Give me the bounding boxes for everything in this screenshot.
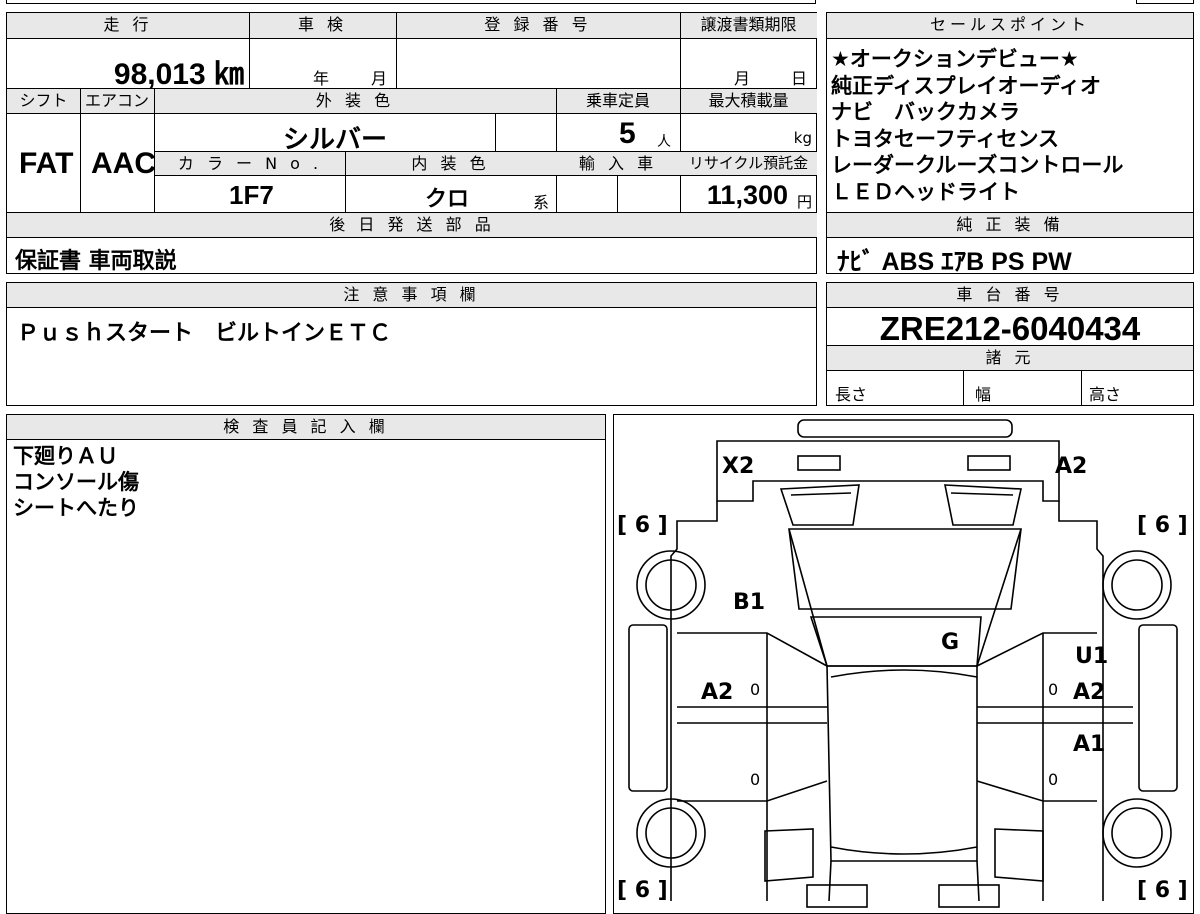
specs-header: 諸 元 [827,346,1193,370]
width-label: 幅 [975,385,992,404]
shift-value: FAT [19,147,74,180]
capacity-header: 乗車定員 [556,89,680,113]
chassis-value: ZRE212-6040434 [879,310,1141,347]
mark-left-front-door: A2 [701,680,733,705]
ac-header: エアコン [80,89,154,113]
door-zero: 0 [750,680,760,699]
transfer-deadline-header: 譲渡書類期限 [680,13,817,38]
chassis-panel: 車 台 番 号 ZRE212-6040434 諸 元 長さ 幅 高さ [826,282,1194,406]
tire-front-right: [ 6 ] [1137,513,1188,538]
recycle-header: リサイクル預託金 [680,152,817,175]
later-parts-header: 後 日 発 送 部 品 [7,213,817,237]
mileage-value: 98,013 ㎞ [113,58,244,91]
height-label: 高さ [1089,385,1122,404]
mark-left-front-fender: B1 [733,590,765,615]
max-load-header: 最大積載量 [680,89,817,113]
inspector-panel: 検 査 員 記 入 欄 下廻りＡＵ コンソール傷 シートへたり [6,414,606,914]
registration-header: 登 録 番 号 [396,13,680,38]
mark-center: G [941,630,959,655]
tire-rear-left: [ 6 ] [617,878,668,903]
car-diagram: [ 6 ] [ 6 ] [ 6 ] [ 6 ] X2 A2 B1 G U1 A2… [617,419,1188,908]
recycle-unit: 円 [796,193,812,211]
sales-points-list: ★オークションデビュー★ 純正ディスプレイオーディオ ナビ バックカメラ トヨタ… [831,46,1123,205]
ac-value: AAC [91,147,156,180]
mark-right-door-1: U1 [1075,644,1108,669]
door-zero: 0 [750,770,760,789]
mark-right-rear-door: A1 [1073,732,1105,757]
length-label: 長さ [835,385,868,404]
door-zero: 0 [1048,770,1058,789]
inspector-line: コンソール傷 [13,470,139,494]
recycle-fee-value: 11,300 [706,180,788,210]
sales-point-item: 純正ディスプレイオーディオ [831,73,1102,98]
equipment-value: ﾅﾋﾞ ABS ｴｱB PS PW [837,248,1072,276]
capacity-unit: 人 [657,134,671,150]
interior-color-header: 内 装 色 [345,152,556,175]
sales-point-item: ＬＥＤヘッドライト [831,179,1020,204]
mileage-header: 走 行 [7,13,249,38]
tire-front-left: [ 6 ] [617,513,668,538]
sales-point-item: ナビ バックカメラ [831,100,1020,124]
sales-point-item: ★オークションデビュー★ [831,47,1079,71]
mark-front-right: A2 [1055,454,1087,479]
sales-points-panel: セールスポイント ★オークションデビュー★ 純正ディスプレイオーディオ ナビ バ… [826,12,1194,276]
later-parts-value: 保証書 車両取説 [15,249,177,274]
equipment-header: 純 正 装 備 [827,213,1193,237]
max-load-unit: kg [793,129,812,147]
inspection-year: 年 [313,69,330,88]
car-diagram-panel: [ 6 ] [ 6 ] [ 6 ] [ 6 ] X2 A2 B1 G U1 A2… [613,414,1194,914]
top-strip [6,0,816,4]
transfer-day: 日 [791,69,808,88]
import-header: 輸 入 車 [556,152,680,175]
exterior-color-header: 外 装 色 [154,89,556,113]
color-no-header: カ ラ ー N o . [155,152,345,175]
door-zero: 0 [1048,680,1058,699]
shift-header: シフト [7,89,80,113]
vehicle-info-grid: 走 行 車 検 登 録 番 号 譲渡書類期限 98,013 ㎞ 年 月 月 日 … [6,12,817,274]
transfer-month: 月 [734,69,751,88]
interior-color-value: クロ [425,187,470,212]
sales-point-item: トヨタセーフティセンス [831,126,1060,151]
tire-rear-right: [ 6 ] [1137,878,1188,903]
inspector-header: 検 査 員 記 入 欄 [7,415,605,439]
capacity-value: 5 [619,117,636,150]
mark-front-left: X2 [722,454,754,479]
notes-value: Ｐｕｓｈスタート ビルトインＥＴＣ [17,321,392,346]
notes-panel: 注 意 事 項 欄 Ｐｕｓｈスタート ビルトインＥＴＣ [6,282,817,406]
inspection-header: 車 検 [249,13,396,38]
inspector-line: 下廻りＡＵ [13,444,118,468]
sales-points-header: セールスポイント [827,13,1193,38]
chassis-header: 車 台 番 号 [827,283,1193,307]
inspector-notes: 下廻りＡＵ コンソール傷 シートへたり [13,443,139,521]
notes-header: 注 意 事 項 欄 [7,283,816,307]
color-no-value: 1F7 [229,180,274,210]
sales-point-item: レーダークルーズコントロール [831,153,1124,177]
inspector-line: シートへたり [13,496,139,520]
top-strip-right [1136,0,1194,4]
mark-right-door-2: A2 [1073,680,1105,705]
inspection-month: 月 [371,69,388,88]
interior-suffix: 系 [533,193,550,212]
